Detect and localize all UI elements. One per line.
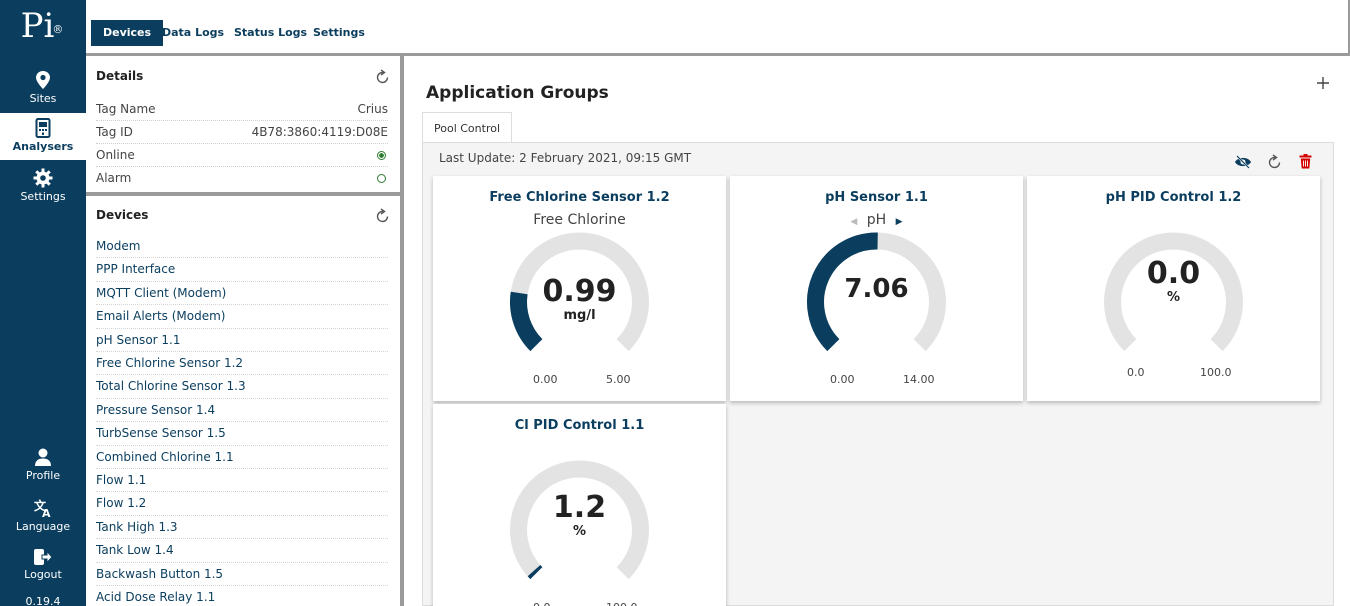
detail-key: Online [96,148,135,162]
gauge-max: 100.0 [606,601,638,606]
device-list-item[interactable]: Pressure Sensor 1.4 [96,399,388,423]
detail-row-tag-id: Tag ID 4B78:3860:4119:D08E [96,121,388,144]
nav-sites-label: Sites [29,92,57,105]
gauge-unit: % [572,524,587,539]
detail-value: 4B78:3860:4119:D08E [251,125,388,139]
section-divider [86,192,400,196]
nav-profile-label: Profile [25,469,61,482]
last-update-text: Last Update: 2 February 2021, 09:15 GMT [439,151,692,165]
nav-logout[interactable]: Logout [0,548,86,588]
gauge-min: 0.0 [533,601,551,606]
detail-value: Crius [357,102,388,116]
gauge-title: Free Chlorine Sensor 1.2 [489,190,670,205]
gauge-max: 14.00 [903,373,935,386]
device-list-item[interactable]: Flow 1.2 [96,492,388,516]
gauge-card: Cl PID Control 1.1 1.2% 0.0 100.0 [433,404,726,606]
nav-sites[interactable]: Sites [0,70,86,110]
detail-key: Tag Name [96,102,156,116]
device-list-item[interactable]: Tank High 1.3 [96,516,388,540]
devices-refresh-icon[interactable] [376,208,390,223]
device-list-item[interactable]: Flow 1.1 [96,469,388,493]
device-list-item[interactable]: Tank Low 1.4 [96,539,388,563]
details-title: Details [96,69,144,83]
refresh-icon[interactable] [1268,154,1282,169]
gauge-unit: mg/l [563,308,596,323]
device-list-item[interactable]: Combined Chlorine 1.1 [96,446,388,469]
svg-text:A: A [42,507,51,518]
page-title: Application Groups [426,83,609,103]
gauge-value: 0.99 [542,274,617,309]
gauge-title: Cl PID Control 1.1 [514,418,645,433]
app-version: 0.19.4 [25,595,61,606]
device-list-item[interactable]: TurbSense Sensor 1.5 [96,422,388,446]
gauge-card: pH Sensor 1.1 ◀ pH ▶ 7.06 0.00 14.00 [730,176,1023,401]
device-list-item[interactable]: pH Sensor 1.1 [96,329,388,352]
gauge-value: 7.06 [844,274,909,304]
device-list-item[interactable]: Email Alerts (Modem) [96,305,388,329]
detail-key: Alarm [96,171,132,185]
gauge-min: 0.00 [533,373,558,386]
gauge-value: 0.0 [1146,256,1201,291]
nav-language-label: Language [15,520,71,533]
caret-left-icon[interactable]: ◀ [850,217,857,227]
detail-row-tag-name: Tag Name Crius [96,98,388,121]
nav-settings-label: Settings [20,190,66,203]
gear-icon [33,168,53,188]
logout-icon [34,549,53,565]
device-list-item[interactable]: Free Chlorine Sensor 1.2 [96,352,388,376]
gauge-fill [527,564,543,580]
caret-right-icon[interactable]: ▶ [896,217,903,227]
gauge-card: pH PID Control 1.2 0.0% 0.0 100.0 [1027,176,1320,401]
nav-analysers-label: Analysers [12,140,74,153]
device-list-item[interactable]: PPP Interface [96,258,388,282]
details-refresh-icon[interactable] [376,69,390,84]
tab-pool-control[interactable]: Pool Control [422,112,513,143]
device-list-item[interactable]: MQTT Client (Modem) [96,282,388,306]
gauge-unit: % [1166,290,1181,305]
pi-logo[interactable]: Pi® [0,6,86,46]
top-tab-bar: Devices Data Logs Status Logs Settings [86,0,1350,56]
nav-logout-label: Logout [24,568,62,581]
gauge-card: Free Chlorine Sensor 1.2 Free Chlorine 0.9… [433,176,726,401]
gauge-min: 0.00 [830,373,855,386]
nav-language[interactable]: 文 A Language [0,498,86,538]
nav-profile[interactable]: Profile [0,447,86,487]
nav-settings[interactable]: Settings [0,168,86,208]
left-nav: Pi® Sites Analysers Settings Profile 文 A… [0,0,86,606]
main-content: Application Groups Pool Control Last Upd… [404,56,1350,606]
online-status-dot [377,151,386,161]
location-pin-icon [36,71,50,89]
tab-settings[interactable]: Settings [301,20,377,46]
devices-title: Devices [96,208,149,222]
gauge-value: 1.2 [552,490,607,525]
device-list-item[interactable]: Backwash Button 1.5 [96,563,388,586]
translate-icon: 文 A [34,498,51,518]
gauge-max: 5.00 [606,373,631,386]
gauge-title: pH Sensor 1.1 [825,190,928,205]
detail-key: Tag ID [96,125,133,139]
gauge-min: 0.0 [1127,366,1145,379]
gauge-max: 100.0 [1200,366,1232,379]
gauge-subtitle: pH [866,212,887,228]
hide-eye-icon[interactable] [1234,155,1252,169]
detail-row-alarm: Alarm [96,167,388,190]
group-panel: Last Update: 2 February 2021, 09:15 GMT … [422,142,1334,606]
device-panel: Details Tag Name Crius Tag ID 4B78:3860:… [86,56,404,606]
plus-icon[interactable] [1316,76,1330,90]
device-list-item[interactable]: Total Chlorine Sensor 1.3 [96,375,388,399]
analyser-device-icon [35,118,51,138]
gauge-subtitle: Free Chlorine [533,212,626,228]
detail-row-online: Online [96,144,388,167]
alarm-status-dot [377,174,386,184]
gauge-subtitle-selector[interactable]: ◀ pH ▶ [730,212,1023,228]
device-list-item[interactable]: Modem [96,235,388,259]
gauge-title: pH PID Control 1.2 [1105,190,1242,205]
delete-trash-icon[interactable] [1299,154,1312,169]
device-list-item[interactable]: Acid Dose Relay 1.1 [96,586,388,606]
person-icon [35,448,51,466]
nav-analysers[interactable]: Analysers [0,113,86,160]
